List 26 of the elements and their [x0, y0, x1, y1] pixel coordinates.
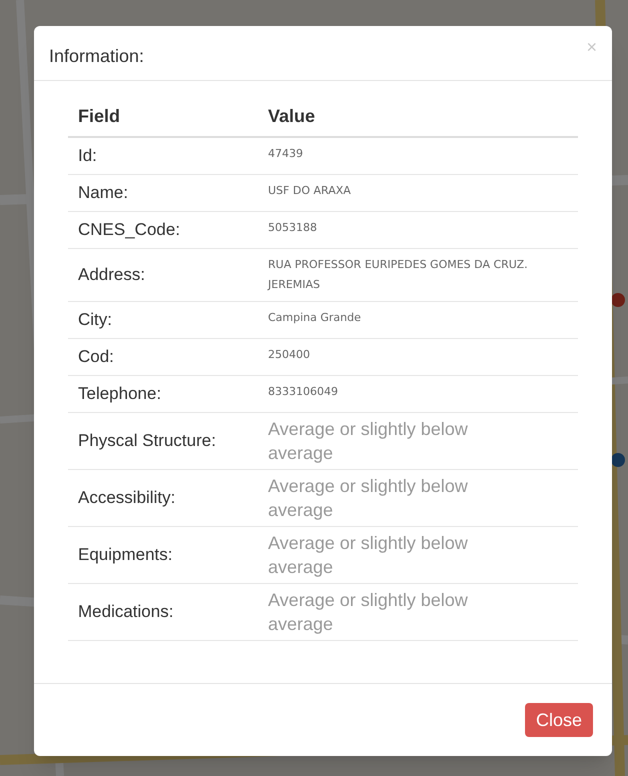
field-value: RUA PROFESSOR EURIPEDES GOMES DA CRUZ. JEREMIAS: [268, 256, 529, 292]
field-label: Id:: [78, 146, 97, 165]
field-value: 47439: [268, 146, 304, 162]
field-label: Medications:: [78, 602, 174, 620]
field-label: Address:: [78, 264, 146, 284]
close-button[interactable]: Close: [524, 703, 593, 737]
field-value: 8333106049: [268, 384, 339, 400]
dialog-title: Information:: [49, 45, 144, 68]
rating-value: Average or slightly below average: [268, 474, 469, 522]
field-label: Cod:: [78, 346, 114, 366]
field-label: Name:: [78, 182, 128, 202]
field-label: Accessibility:: [78, 488, 176, 506]
column-header: Field: [68, 103, 258, 137]
field-label: Physcal Structure:: [78, 430, 216, 450]
field-label: City:: [78, 310, 112, 328]
rating-value: Average or slightly below average: [268, 418, 469, 464]
rating-value: Average or slightly below average: [268, 588, 469, 636]
field-value: 5053188: [268, 220, 318, 236]
rating-value: Average or slightly below average: [268, 532, 469, 578]
field-value: Campina Grande: [268, 310, 362, 326]
field-label: Telephone:: [78, 384, 162, 402]
column-header: Value: [258, 103, 578, 137]
field-value: 250400: [268, 346, 311, 362]
field-value: USF DO ARAXA: [268, 182, 352, 198]
field-label: Equipments:: [78, 544, 172, 564]
field-label: CNES_Code:: [78, 220, 180, 238]
